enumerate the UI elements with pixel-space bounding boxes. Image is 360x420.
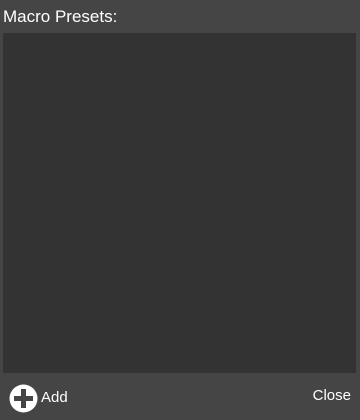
close-button[interactable]: Close xyxy=(313,387,351,405)
add-button[interactable]: Add xyxy=(9,383,68,413)
macro-presets-dialog: Macro Presets: Add Close xyxy=(0,0,360,420)
dialog-footer: Add Close xyxy=(0,374,360,420)
macro-presets-list[interactable] xyxy=(3,33,356,373)
add-label: Add xyxy=(41,389,68,406)
dialog-title: Macro Presets: xyxy=(3,7,118,26)
plus-circle-icon xyxy=(9,384,38,412)
